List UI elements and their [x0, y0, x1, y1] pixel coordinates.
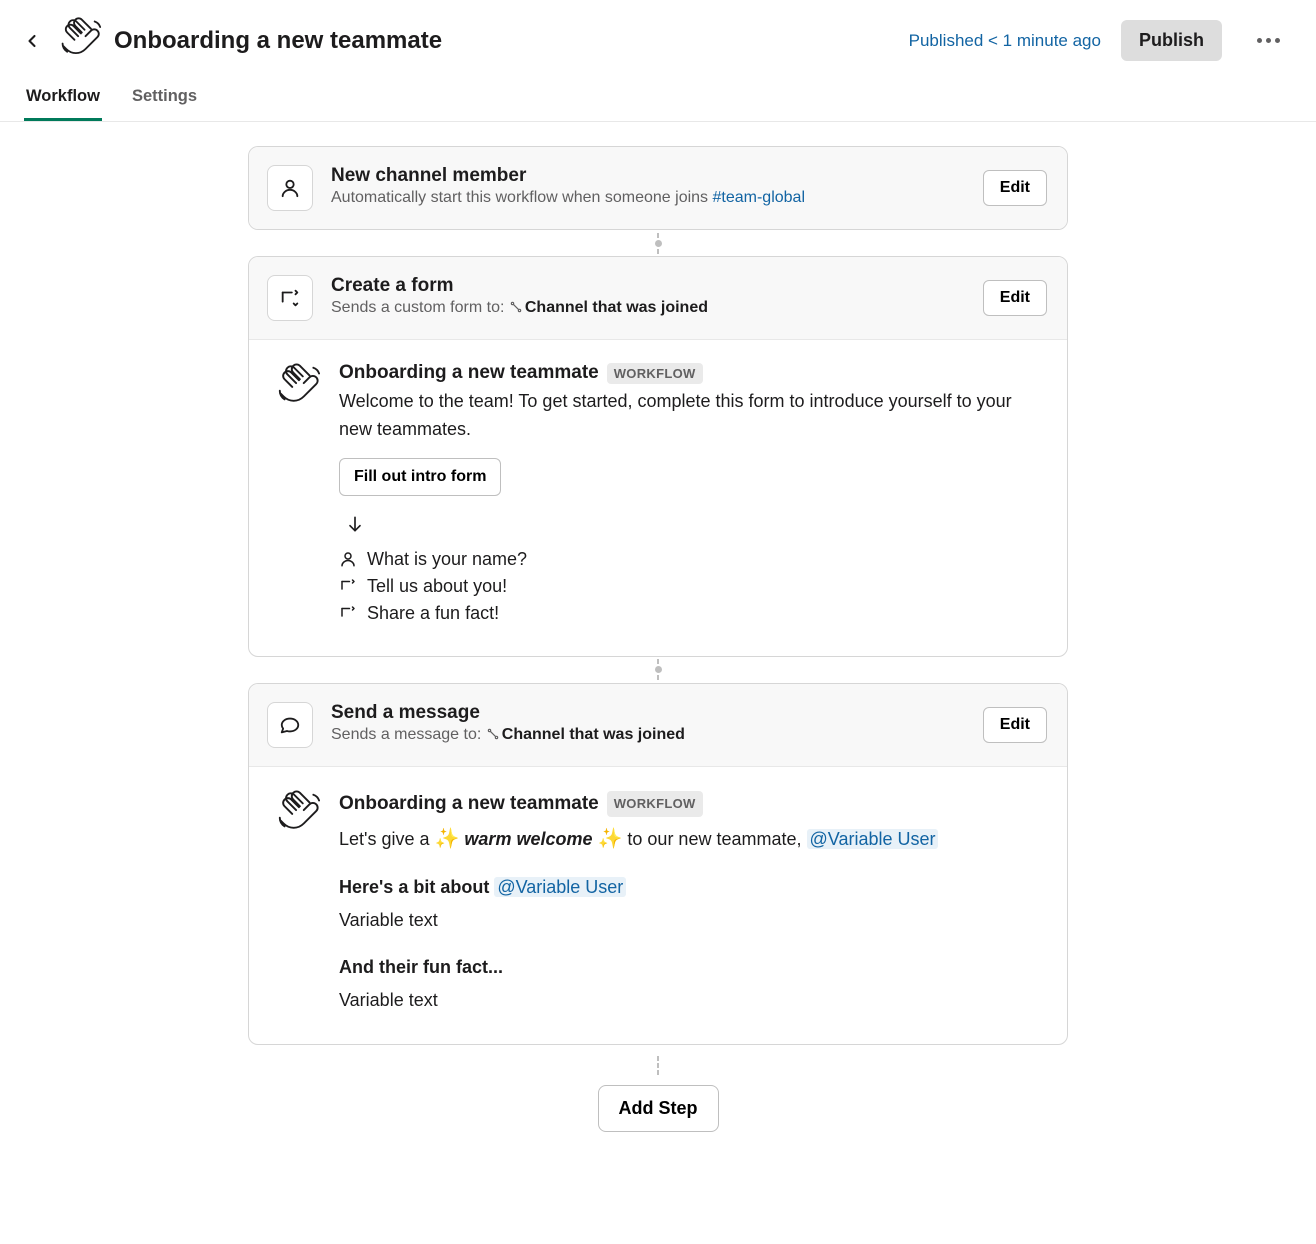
workflow-name: Onboarding a new teammate	[339, 362, 599, 384]
page-title: Onboarding a new teammate	[114, 27, 442, 55]
arrow-down-icon	[345, 514, 1041, 539]
add-step-button[interactable]: Add Step	[598, 1085, 719, 1132]
publish-button[interactable]: Publish	[1121, 20, 1222, 61]
tab-workflow[interactable]: Workflow	[24, 77, 102, 121]
edit-button[interactable]: Edit	[983, 280, 1047, 316]
step-description: Sends a message to: Channel that was joi…	[331, 726, 965, 746]
workflow-badge: WORKFLOW	[607, 363, 703, 384]
variable-text: Variable text	[339, 906, 1041, 935]
text-icon	[339, 577, 357, 595]
message-line-1: Let's give a ✨ warm welcome ✨ to our new…	[339, 823, 1041, 855]
step-trigger-card: New channel member Automatically start t…	[248, 146, 1068, 230]
connector	[657, 230, 659, 256]
variable-icon	[486, 727, 500, 746]
connector	[657, 657, 659, 683]
wave-icon	[275, 789, 321, 840]
sparkle-icon: ✨	[598, 828, 623, 850]
variable-user: @Variable User	[494, 877, 626, 897]
step-title: Create a form	[331, 275, 965, 297]
person-icon	[267, 165, 313, 211]
form-question: Share a fun fact!	[339, 603, 1041, 624]
form-icon	[267, 275, 313, 321]
recipient-chip: Channel that was joined	[525, 299, 708, 316]
more-menu-button[interactable]	[1248, 21, 1288, 61]
channel-link[interactable]: #team-global	[713, 189, 806, 206]
workflow-name: Onboarding a new teammate	[339, 789, 599, 819]
form-question: What is your name?	[339, 549, 1041, 570]
fill-out-form-button[interactable]: Fill out intro form	[339, 458, 501, 496]
workflow-badge: WORKFLOW	[607, 791, 703, 818]
message-heading: Here's a bit about @Variable User	[339, 873, 1041, 902]
sparkle-icon: ✨	[435, 828, 460, 850]
edit-button[interactable]: Edit	[983, 170, 1047, 206]
step-form-card: Create a form Sends a custom form to: Ch…	[248, 256, 1068, 657]
tabs: Workflow Settings	[0, 77, 1316, 122]
step-title: Send a message	[331, 702, 965, 724]
person-icon	[339, 550, 357, 568]
connector	[657, 1045, 659, 1085]
wave-icon	[275, 362, 321, 413]
form-question: Tell us about you!	[339, 576, 1041, 597]
text-icon	[339, 604, 357, 622]
publish-status: Published < 1 minute ago	[909, 31, 1101, 51]
welcome-text: Welcome to the team! To get started, com…	[339, 388, 1041, 444]
variable-text: Variable text	[339, 986, 1041, 1015]
step-description: Automatically start this workflow when s…	[331, 189, 965, 207]
chat-icon	[267, 702, 313, 748]
tab-settings[interactable]: Settings	[130, 77, 199, 121]
message-heading: And their fun fact...	[339, 953, 1041, 982]
step-description: Sends a custom form to: Channel that was…	[331, 299, 965, 319]
variable-user: @Variable User	[807, 829, 939, 849]
step-title: New channel member	[331, 165, 965, 187]
recipient-chip: Channel that was joined	[502, 726, 685, 743]
step-message-card: Send a message Sends a message to: Chann…	[248, 683, 1068, 1046]
edit-button[interactable]: Edit	[983, 707, 1047, 743]
back-button[interactable]	[18, 27, 46, 55]
variable-icon	[509, 300, 523, 319]
wave-icon	[58, 16, 102, 65]
